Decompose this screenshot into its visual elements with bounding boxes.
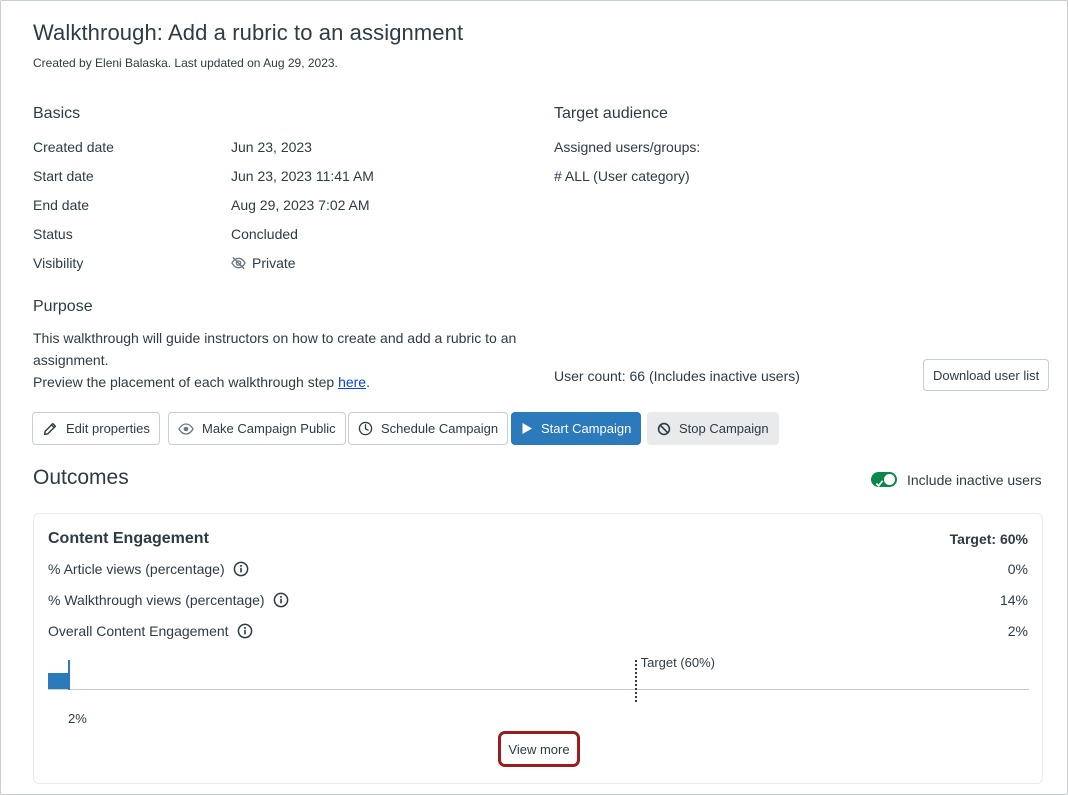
download-user-list-button[interactable]: Download user list <box>923 359 1050 391</box>
outcomes-heading: Outcomes <box>33 466 129 489</box>
visibility-label: Visibility <box>33 255 84 271</box>
view-more-label: View more <box>508 741 570 757</box>
target-marker-label: Target (60%) <box>640 655 716 670</box>
preview-line: Preview the placement of each walkthroug… <box>33 371 523 393</box>
card-target: Target: 60% <box>949 531 1028 547</box>
metric-walkthrough-views-value: 14% <box>999 592 1028 608</box>
content-engagement-card: Content Engagement Target: 60% % Article… <box>33 513 1043 784</box>
assigned-group-item: # ALL (User category) <box>554 168 690 184</box>
start-date-value: Jun 23, 2023 11:41 AM <box>231 168 374 184</box>
metric-overall-engagement-label: Overall Content Engagement <box>48 623 253 639</box>
end-date-label: End date <box>33 197 90 213</box>
user-count: User count: 66 (Includes inactive users) <box>554 368 800 384</box>
metric-label-text: % Walkthrough views (percentage) <box>48 592 265 608</box>
pencil-icon <box>42 421 58 437</box>
stop-campaign-button[interactable]: Stop Campaign <box>647 412 779 445</box>
toggle-knob <box>884 474 895 485</box>
play-icon <box>521 422 533 435</box>
start-date-label: Start date <box>33 168 94 184</box>
card-title: Content Engagement <box>48 530 209 547</box>
progress-bar-marker <box>67 660 70 690</box>
stop-campaign-label: Stop Campaign <box>679 421 769 436</box>
include-inactive-toggle[interactable] <box>871 472 897 487</box>
page-title: Walkthrough: Add a rubric to an assignme… <box>33 20 464 45</box>
checkmark-icon <box>875 475 884 493</box>
created-date-label: Created date <box>33 139 114 155</box>
schedule-campaign-button[interactable]: Schedule Campaign <box>348 412 509 445</box>
basics-heading: Basics <box>33 105 81 122</box>
include-inactive-label: Include inactive users <box>907 472 1042 488</box>
page-subtitle: Created by Eleni Balaska. Last updated o… <box>33 56 338 70</box>
info-icon[interactable] <box>273 592 289 608</box>
visibility-text: Private <box>252 255 296 271</box>
info-icon[interactable] <box>233 561 249 577</box>
preview-suffix: . <box>366 374 370 390</box>
purpose-description: This walkthrough will guide instructors … <box>33 330 517 368</box>
end-date-value: Aug 29, 2023 7:02 AM <box>231 197 370 213</box>
metric-article-views-label: % Article views (percentage) <box>48 561 249 577</box>
status-label: Status <box>33 226 73 242</box>
status-value: Concluded <box>231 226 298 242</box>
make-campaign-public-button[interactable]: Make Campaign Public <box>168 412 346 445</box>
start-campaign-label: Start Campaign <box>541 421 632 436</box>
metric-label-text: Overall Content Engagement <box>48 623 229 639</box>
edit-properties-button[interactable]: Edit properties <box>32 412 160 445</box>
metric-label-text: % Article views (percentage) <box>48 561 225 577</box>
assigned-groups-label: Assigned users/groups: <box>554 139 701 155</box>
download-user-list-label: Download user list <box>933 367 1040 383</box>
schedule-campaign-label: Schedule Campaign <box>381 421 499 436</box>
metric-overall-engagement-value: 2% <box>1007 623 1028 639</box>
preview-here-link[interactable]: here <box>338 374 366 390</box>
metric-article-views-value: 0% <box>1007 561 1028 577</box>
purpose-heading: Purpose <box>33 298 93 315</box>
metric-walkthrough-views-label: % Walkthrough views (percentage) <box>48 592 289 608</box>
progress-bar-fill <box>48 673 68 689</box>
clock-icon <box>358 421 373 436</box>
target-marker-line <box>634 660 637 702</box>
progress-axis <box>48 689 1029 690</box>
view-more-button[interactable]: View more <box>498 731 580 767</box>
created-date-value: Jun 23, 2023 <box>231 139 312 155</box>
target-audience-heading: Target audience <box>554 105 668 122</box>
info-icon[interactable] <box>237 623 253 639</box>
visibility-value: Private <box>231 255 296 273</box>
start-campaign-button[interactable]: Start Campaign <box>511 412 642 445</box>
progress-value-label: 2% <box>68 711 87 726</box>
prohibited-icon <box>657 422 671 436</box>
edit-properties-label: Edit properties <box>66 421 150 436</box>
make-campaign-public-label: Make Campaign Public <box>202 421 336 436</box>
preview-text: Preview the placement of each walkthroug… <box>33 374 339 390</box>
purpose-text-block: This walkthrough will guide instructors … <box>33 327 523 393</box>
eye-icon <box>178 422 194 435</box>
eye-slash-icon <box>231 256 246 273</box>
